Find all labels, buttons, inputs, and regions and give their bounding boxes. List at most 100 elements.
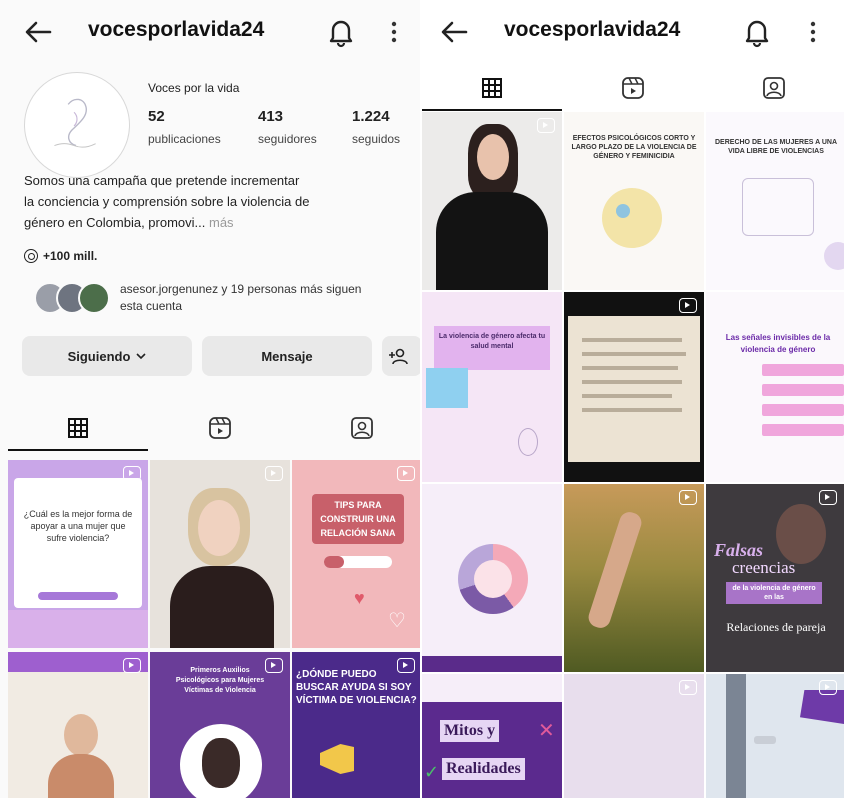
post-tile[interactable]: La violencia de género afecta tu salud m…	[422, 292, 562, 482]
text-line	[582, 338, 682, 342]
followers-number: 413	[258, 108, 284, 125]
grid-icon	[482, 78, 502, 98]
profile-username: vocesporlavida24	[504, 18, 681, 41]
decorative-bar	[38, 592, 118, 600]
post-tile[interactable]	[422, 112, 562, 290]
bio-more-link[interactable]: más	[209, 215, 234, 230]
grid-icon	[68, 418, 88, 438]
text-line	[582, 408, 682, 412]
add-person-icon	[389, 348, 408, 365]
following-label: Siguiendo	[67, 348, 131, 364]
tab-reels[interactable]	[563, 66, 703, 110]
reel-badge-icon	[819, 680, 837, 695]
following-number: 1.224	[352, 108, 390, 125]
person-body	[48, 754, 114, 798]
illustration	[426, 368, 468, 408]
cross-icon: ✕	[538, 720, 555, 742]
tab-tagged[interactable]	[292, 406, 420, 450]
post-caption: Mitos y	[440, 720, 500, 742]
caption-chip	[762, 424, 844, 436]
caption-chip	[762, 384, 844, 396]
person-face	[776, 504, 826, 564]
followed-by-text: asesor.jorgenunez y 19 personas más sigu…	[120, 282, 362, 313]
notification-bell-icon[interactable]	[326, 16, 356, 48]
reel-badge-icon	[123, 658, 141, 673]
person-face	[64, 714, 98, 756]
post-caption: DERECHO DE LAS MUJERES A UNA VIDA LIBRE …	[715, 139, 837, 155]
suggested-users-button[interactable]	[382, 336, 420, 376]
chevron-down-icon	[136, 353, 146, 360]
header-band	[422, 674, 562, 702]
post-tile[interactable]: ¿Cuál es la mejor forma de apoyar a una …	[8, 460, 148, 648]
post-tile[interactable]: TIPS PARA CONSTRUIR UNA RELACIÓN SANA ♥ …	[292, 460, 420, 648]
post-tile[interactable]: ¿DÓNDE PUEDO BUSCAR AYUDA SI SOY VÍCTIMA…	[292, 652, 420, 798]
illustration-eye	[616, 204, 630, 218]
threads-badge[interactable]: +100 mill.	[24, 249, 97, 263]
post-tile[interactable]: Las señales invisibles de la violencia d…	[706, 292, 844, 482]
profile-screen-left: vocesporlavida24 Voces por la vida 52 pu…	[0, 0, 420, 798]
reel-badge-icon	[819, 490, 837, 505]
post-tile[interactable]	[706, 674, 844, 798]
post-tile[interactable]	[564, 674, 704, 798]
profile-bio: Somos una campaña que pretende increment…	[24, 170, 404, 233]
post-tile[interactable]: DERECHO DE LAS MUJERES A UNA VIDA LIBRE …	[706, 112, 844, 290]
reel-badge-icon	[123, 466, 141, 481]
tab-posts-grid[interactable]	[8, 406, 148, 451]
top-bar: vocesporlavida24	[0, 0, 420, 66]
post-tile[interactable]	[564, 484, 704, 672]
back-arrow-icon[interactable]	[20, 14, 56, 50]
post-caption: EFECTOS PSICOLÓGICOS CORTO Y LARGO PLAZO…	[571, 135, 697, 160]
message-button[interactable]: Mensaje	[202, 336, 372, 376]
more-options-icon[interactable]	[389, 20, 399, 44]
profile-screen-right: vocesporlavida24 EFECTOS PSICOLÓGICOS CO…	[422, 0, 844, 798]
reel-badge-icon	[679, 680, 697, 695]
post-tile[interactable]: EFECTOS PSICOLÓGICOS CORTO Y LARGO PLAZO…	[564, 112, 704, 290]
heart-icon: ♥	[354, 588, 365, 608]
caption-chip	[762, 404, 844, 416]
post-caption: Primeros Auxilios Psicológicos para Muje…	[175, 667, 265, 694]
illustration-frame	[742, 178, 814, 236]
post-caption: ¿DÓNDE PUEDO BUSCAR AYUDA SI SOY VÍCTIMA…	[296, 669, 417, 706]
following-button[interactable]: Siguiendo	[22, 336, 192, 376]
bio-line: la conciencia y comprensión sobre la vio…	[24, 194, 310, 209]
back-arrow-icon[interactable]	[436, 14, 472, 50]
post-tile[interactable]	[150, 460, 290, 648]
post-tile[interactable]: Primeros Auxilios Psicológicos para Muje…	[150, 652, 290, 798]
post-tile[interactable]: Falsas creencias de la violencia de géne…	[706, 484, 844, 672]
tab-posts-grid[interactable]	[422, 66, 562, 111]
following-label: seguidos	[352, 132, 401, 146]
tagged-user-icon	[351, 417, 373, 439]
text-line	[582, 394, 672, 398]
heart-icon: ♡	[388, 610, 406, 632]
posts-number: 52	[148, 108, 165, 125]
followers-label: seguidores	[258, 132, 317, 146]
door-handle	[754, 736, 776, 744]
notification-bell-icon[interactable]	[742, 16, 772, 48]
reels-icon	[622, 77, 644, 99]
post-tile[interactable]	[422, 484, 562, 672]
tab-tagged[interactable]	[704, 66, 844, 110]
profile-display-name: Voces por la vida	[148, 81, 240, 95]
post-caption: creencias	[732, 558, 796, 577]
tab-reels[interactable]	[150, 406, 290, 450]
donut-hole	[474, 560, 512, 598]
person-body	[170, 566, 274, 648]
reel-badge-icon	[265, 658, 283, 673]
reel-badge-icon	[679, 298, 697, 313]
posts-count: 52 publicaciones	[148, 108, 221, 146]
profile-username: vocesporlavida24	[88, 18, 265, 41]
followers-count[interactable]: 413 seguidores	[258, 108, 317, 146]
person-body	[436, 192, 548, 290]
text-line	[582, 352, 686, 356]
profile-avatar[interactable]	[24, 72, 130, 178]
post-tile[interactable]: Mitos y ✕ Realidades ✓	[422, 674, 562, 798]
more-options-icon[interactable]	[808, 20, 818, 44]
post-tile[interactable]	[8, 652, 148, 798]
threads-icon	[24, 249, 38, 263]
following-count[interactable]: 1.224 seguidos	[352, 108, 400, 146]
post-tile[interactable]	[564, 292, 704, 482]
followed-by[interactable]: asesor.jorgenunez y 19 personas más sigu…	[34, 281, 380, 315]
tagged-user-icon	[763, 77, 785, 99]
bio-line: Somos una campaña que pretende increment…	[24, 173, 300, 188]
post-caption: Realidades	[442, 758, 525, 780]
